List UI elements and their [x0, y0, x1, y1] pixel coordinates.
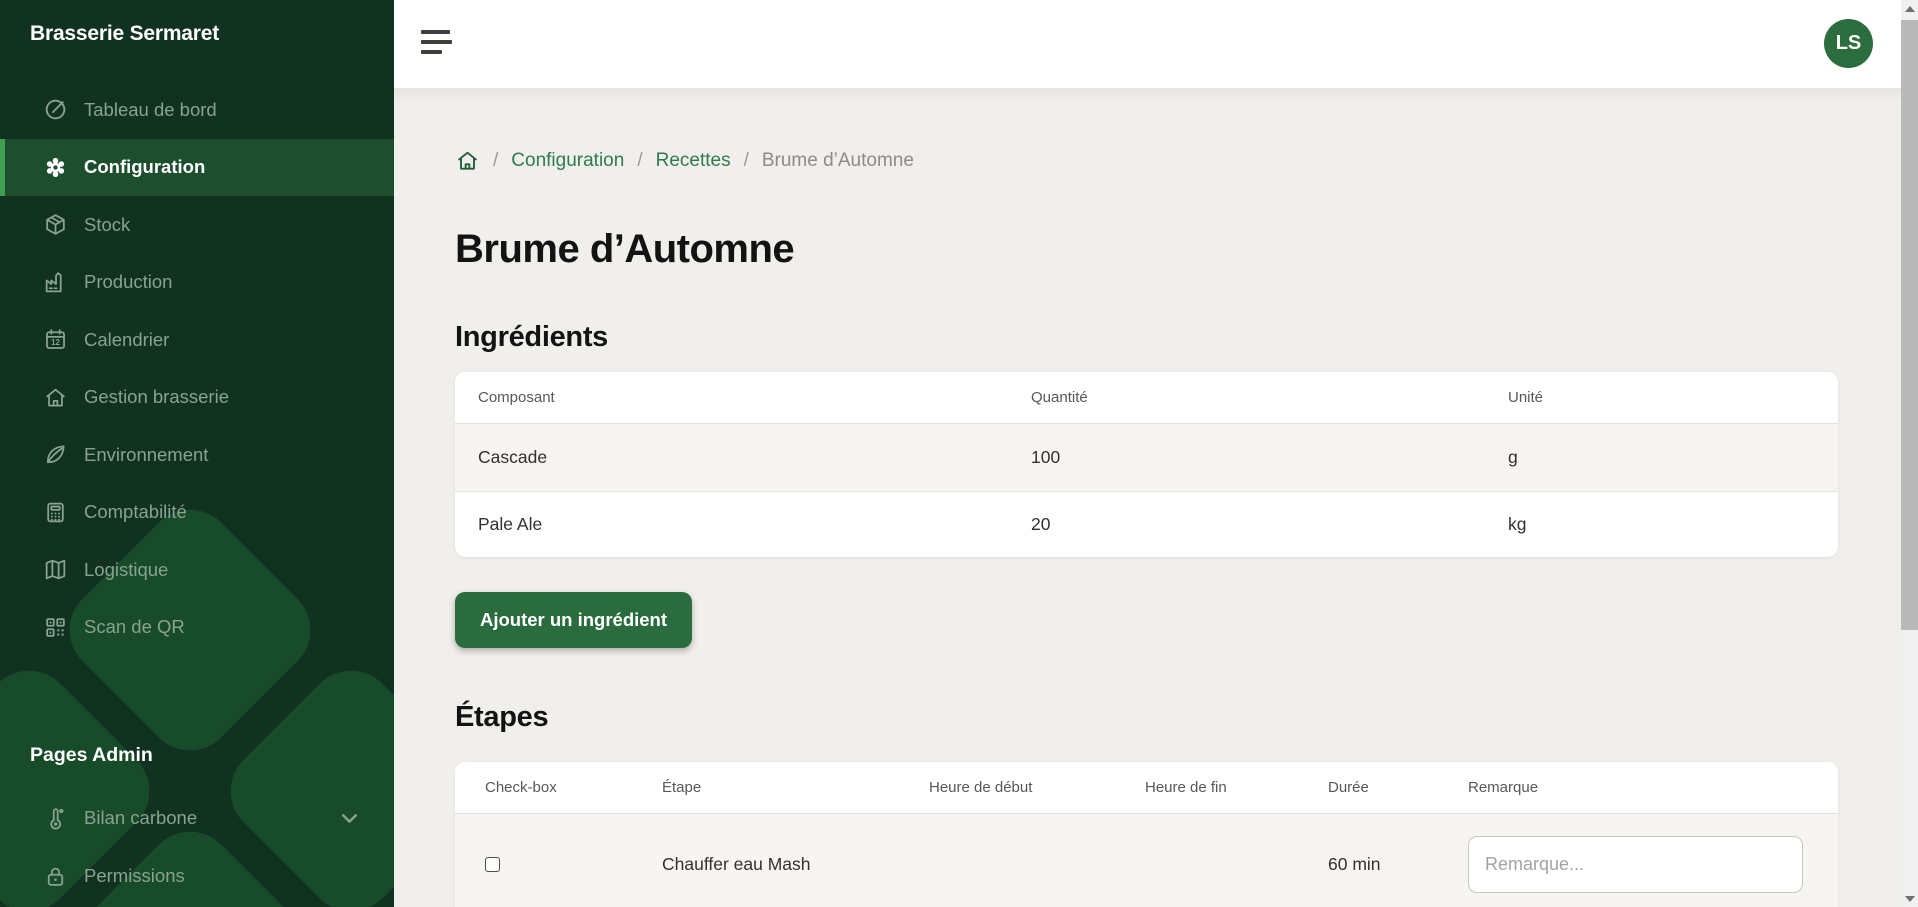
ingredient-name: Cascade	[478, 447, 1031, 468]
sidebar-section-pages-admin: Pages Admin	[30, 744, 153, 767]
sidebar-item-permissions[interactable]: Permissions	[0, 847, 394, 905]
breadcrumb-separator: /	[637, 150, 642, 172]
breadcrumb-current: Brume d’Automne	[762, 150, 914, 172]
qr-icon	[42, 614, 68, 640]
sidebar-admin-nav: Bilan carbone Permissions	[0, 789, 394, 905]
sidebar-item-label: Production	[84, 271, 172, 293]
leaf-icon	[42, 442, 68, 468]
table-row: Cascade 100 g	[455, 424, 1838, 492]
sidebar-item-scan-de-qr[interactable]: Scan de QR	[0, 599, 394, 657]
sidebar-item-logistique[interactable]: Logistique	[0, 541, 394, 599]
column-header-checkbox: Check-box	[485, 779, 662, 796]
table-row: Pale Ale 20 kg	[455, 492, 1838, 556]
sidebar-item-label: Stock	[84, 214, 130, 236]
breadcrumb-link-recettes[interactable]: Recettes	[656, 150, 731, 172]
step-name: Chauffer eau Mash	[662, 836, 929, 893]
page-title: Brume d’Automne	[455, 227, 794, 272]
avatar[interactable]: LS	[1824, 19, 1873, 68]
sidebar-item-production[interactable]: Production	[0, 254, 394, 312]
calculator-icon	[42, 499, 68, 525]
ingredient-quantity: 100	[1031, 447, 1508, 468]
sidebar-item-label: Calendrier	[84, 329, 169, 351]
gauge-icon	[42, 97, 68, 123]
sidebar-item-configuration[interactable]: Configuration	[0, 139, 394, 197]
scrollbar[interactable]	[1901, 0, 1918, 907]
sidebar-item-label: Logistique	[84, 559, 168, 581]
calendar-icon-number: 12	[51, 338, 60, 347]
sidebar-item-environnement[interactable]: Environnement	[0, 426, 394, 484]
ingredients-table-header: Composant Quantité Unité	[455, 372, 1838, 424]
gear-icon	[42, 154, 68, 180]
sidebar-item-label: Tableau de bord	[84, 99, 217, 121]
sidebar-item-comptabilite[interactable]: Comptabilité	[0, 484, 394, 542]
step-end-time	[1145, 836, 1328, 893]
main-content: / Configuration / Recettes / Brume d’Aut…	[394, 88, 1901, 907]
column-header-etape: Étape	[662, 779, 929, 796]
chevron-down-icon	[337, 806, 362, 831]
calendar-icon: 12	[42, 327, 68, 353]
ingredient-name: Pale Ale	[478, 514, 1031, 535]
table-row: Chauffer eau Mash 60 min	[455, 814, 1838, 907]
ingredient-unit: g	[1508, 447, 1815, 468]
steps-table: Check-box Étape Heure de début Heure de …	[455, 762, 1838, 907]
breadcrumb-home-icon[interactable]	[455, 148, 480, 173]
sidebar-item-label: Permissions	[84, 865, 185, 887]
ingredients-heading: Ingrédients	[455, 321, 608, 354]
step-start-time	[929, 836, 1145, 893]
sidebar-item-label: Gestion brasserie	[84, 386, 229, 408]
column-header-quantite: Quantité	[1031, 389, 1508, 406]
breadcrumb-separator: /	[493, 150, 498, 172]
lock-icon	[42, 863, 68, 889]
app-title: Brasserie Sermaret	[30, 22, 219, 46]
sidebar-item-label: Scan de QR	[84, 616, 185, 638]
sidebar-item-label: Environnement	[84, 444, 208, 466]
sidebar-item-label: Bilan carbone	[84, 807, 197, 829]
ingredient-quantity: 20	[1031, 514, 1508, 535]
steps-table-header: Check-box Étape Heure de début Heure de …	[455, 762, 1838, 814]
steps-heading: Étapes	[455, 701, 548, 734]
sidebar-item-stock[interactable]: Stock	[0, 196, 394, 254]
column-header-duree: Durée	[1328, 779, 1468, 796]
sidebar-item-calendrier[interactable]: 12 Calendrier	[0, 311, 394, 369]
sidebar-item-tableau-de-bord[interactable]: Tableau de bord	[0, 81, 394, 139]
column-header-remarque: Remarque	[1468, 779, 1810, 796]
ingredient-unit: kg	[1508, 514, 1815, 535]
sidebar: Brasserie Sermaret Tableau de bord	[0, 0, 394, 907]
column-header-heure-debut: Heure de début	[929, 779, 1145, 796]
sidebar-item-label: Configuration	[84, 156, 205, 178]
arrow-down-icon	[1905, 896, 1915, 902]
breadcrumb-link-configuration[interactable]: Configuration	[511, 150, 624, 172]
scroll-down-button[interactable]	[1901, 890, 1918, 907]
remark-input[interactable]	[1468, 836, 1803, 893]
add-ingredient-button[interactable]: Ajouter un ingrédient	[455, 592, 692, 648]
sidebar-item-bilan-carbone[interactable]: Bilan carbone	[0, 789, 394, 847]
column-header-unite: Unité	[1508, 389, 1815, 406]
column-header-heure-fin: Heure de fin	[1145, 779, 1328, 796]
map-icon	[42, 557, 68, 583]
step-duration: 60 min	[1328, 836, 1468, 893]
home-icon	[42, 384, 68, 410]
breadcrumb: / Configuration / Recettes / Brume d’Aut…	[455, 148, 914, 173]
scrollbar-thumb[interactable]	[1901, 20, 1918, 630]
sidebar-nav: Tableau de bord Configuration	[0, 81, 394, 656]
step-checkbox[interactable]	[485, 857, 500, 872]
scroll-up-button[interactable]	[1901, 0, 1918, 17]
factory-icon	[42, 269, 68, 295]
box-icon	[42, 212, 68, 238]
sidebar-item-gestion-brasserie[interactable]: Gestion brasserie	[0, 369, 394, 427]
column-header-composant: Composant	[478, 389, 1031, 406]
thermometer-icon	[42, 805, 68, 831]
app-root: Brasserie Sermaret Tableau de bord	[0, 0, 1918, 907]
ingredients-table: Composant Quantité Unité Cascade 100 g P…	[455, 372, 1838, 557]
arrow-up-icon	[1905, 6, 1915, 12]
topbar: LS	[394, 0, 1901, 88]
breadcrumb-separator: /	[744, 150, 749, 172]
sidebar-item-label: Comptabilité	[84, 501, 187, 523]
menu-toggle-button[interactable]	[421, 30, 453, 56]
